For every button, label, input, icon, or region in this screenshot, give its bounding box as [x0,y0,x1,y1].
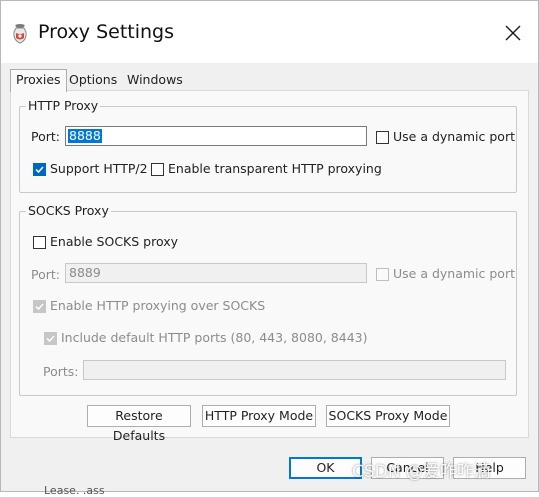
charles-jar-icon [11,24,29,44]
enable-socks-label: Enable SOCKS proxy [50,234,179,249]
transparent-proxy-checkbox[interactable] [151,163,164,176]
underlying-window-text: Lease. .ass [44,484,105,497]
proxies-panel: HTTP Proxy Port: 8888 Use a dynamic port… [10,90,529,443]
socks-ports-field[interactable] [83,360,506,380]
socks-proxy-mode-button[interactable]: SOCKS Proxy Mode [326,405,450,427]
csdn-watermark: CSDN @爱咋咋滴 [352,462,491,482]
socks-dynamic-port-checkbox[interactable] [376,268,389,281]
checkmark-icon [35,303,44,311]
transparent-proxy-label: Enable transparent HTTP proxying [168,161,382,176]
close-icon [505,25,521,41]
http-proxy-legend: HTTP Proxy [26,98,101,113]
socks-port-label: Port: [31,267,60,282]
socks-ports-label: Ports: [43,364,79,379]
http-over-socks-label: Enable HTTP proxying over SOCKS [50,298,266,313]
socks-proxy-group: SOCKS Proxy Enable SOCKS proxy Port: 888… [19,203,517,396]
http-over-socks-checkbox[interactable] [33,300,46,313]
checkmark-icon [46,335,55,343]
socks-proxy-legend: SOCKS Proxy [26,203,111,218]
tab-proxies[interactable]: Proxies [10,69,67,92]
include-default-ports-label: Include default HTTP ports (80, 443, 808… [61,330,368,345]
http-port-value: 8888 [68,128,102,143]
restore-defaults-button[interactable]: Restore Defaults [87,405,191,443]
support-http2-label: Support HTTP/2 [50,161,148,176]
http-dynamic-port-label: Use a dynamic port [393,129,515,144]
http-port-field[interactable]: 8888 [65,126,367,146]
include-default-ports-checkbox[interactable] [44,332,57,345]
enable-socks-checkbox[interactable] [33,236,46,249]
socks-port-field[interactable]: 8889 [65,263,367,283]
http-port-label: Port: [31,129,60,144]
socks-port-value: 8889 [69,265,101,280]
http-proxy-mode-button[interactable]: HTTP Proxy Mode [202,405,316,427]
window-title: Proxy Settings [38,21,175,43]
checkmark-icon [35,166,44,174]
proxy-settings-window: Proxy Settings Proxies Options Windows H… [0,0,539,492]
support-http2-checkbox[interactable] [33,163,46,176]
close-button[interactable] [497,18,529,48]
tab-options[interactable]: Options [64,70,122,90]
title-bar: Proxy Settings [1,1,538,63]
tab-windows[interactable]: Windows [122,70,188,90]
http-proxy-group: HTTP Proxy Port: 8888 Use a dynamic port… [19,98,517,193]
http-dynamic-port-checkbox[interactable] [376,131,389,144]
socks-dynamic-port-label: Use a dynamic port [393,266,515,281]
